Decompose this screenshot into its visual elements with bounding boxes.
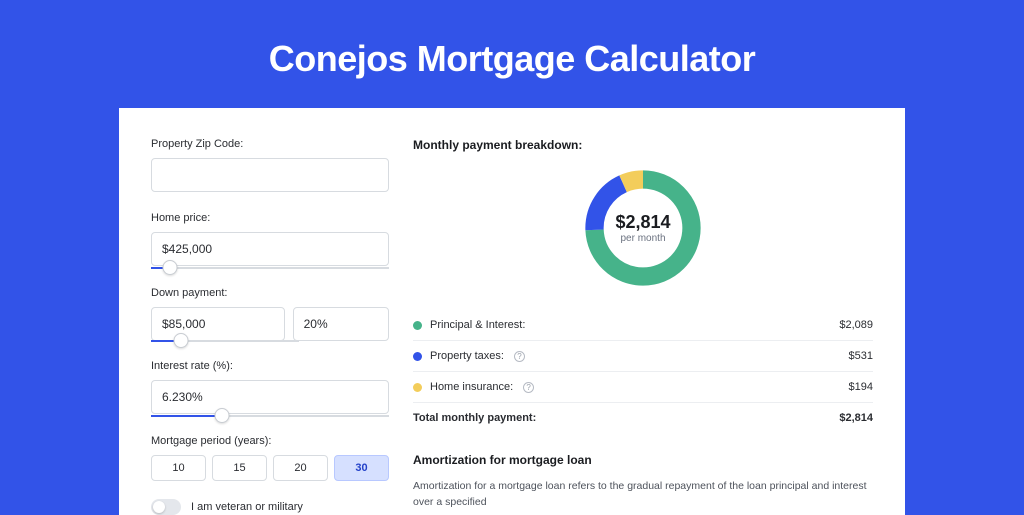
legend-row: Principal & Interest: $2,089 bbox=[413, 310, 873, 341]
period-option-20[interactable]: 20 bbox=[273, 455, 328, 481]
total-value: $2,814 bbox=[839, 412, 873, 424]
amortization-body: Amortization for a mortgage loan refers … bbox=[413, 479, 873, 511]
interest-rate-label: Interest rate (%): bbox=[151, 360, 389, 372]
legend-value: $194 bbox=[849, 381, 873, 393]
page-title: Conejos Mortgage Calculator bbox=[0, 0, 1024, 108]
info-icon[interactable]: ? bbox=[523, 382, 534, 393]
legend-dot bbox=[413, 352, 422, 361]
interest-rate-slider[interactable] bbox=[151, 415, 389, 417]
legend-value: $2,089 bbox=[839, 319, 873, 331]
amortization-heading: Amortization for mortgage loan bbox=[413, 453, 873, 467]
amortization-section: Amortization for mortgage loan Amortizat… bbox=[413, 453, 873, 511]
slider-fill bbox=[151, 415, 222, 417]
period-option-10[interactable]: 10 bbox=[151, 455, 206, 481]
slider-thumb[interactable] bbox=[215, 408, 230, 423]
home-price-group: Home price: bbox=[151, 212, 389, 269]
calculator-card: Property Zip Code: Home price: Down paym… bbox=[119, 108, 905, 515]
donut-amount: $2,814 bbox=[615, 212, 670, 233]
zip-input[interactable] bbox=[151, 158, 389, 192]
total-label: Total monthly payment: bbox=[413, 412, 536, 424]
breakdown-column: Monthly payment breakdown: $2,814 per mo… bbox=[413, 138, 873, 515]
down-payment-amount-input[interactable] bbox=[151, 307, 285, 341]
veteran-row: I am veteran or military bbox=[151, 499, 389, 515]
legend-value: $531 bbox=[849, 350, 873, 362]
home-price-input[interactable] bbox=[151, 232, 389, 266]
legend-dot bbox=[413, 321, 422, 330]
down-payment-percent-input[interactable] bbox=[293, 307, 389, 341]
legend-label: Principal & Interest: bbox=[430, 319, 525, 331]
interest-rate-input[interactable] bbox=[151, 380, 389, 414]
legend-row: Home insurance:? $194 bbox=[413, 372, 873, 403]
period-options: 10152030 bbox=[151, 455, 389, 481]
veteran-label: I am veteran or military bbox=[191, 501, 303, 513]
down-payment-group: Down payment: bbox=[151, 287, 389, 342]
donut-chart-wrap: $2,814 per month bbox=[413, 164, 873, 292]
legend-label: Home insurance: bbox=[430, 381, 513, 393]
down-payment-slider[interactable] bbox=[151, 340, 299, 342]
legend-dot bbox=[413, 383, 422, 392]
veteran-toggle[interactable] bbox=[151, 499, 181, 515]
donut-sub: per month bbox=[620, 233, 665, 244]
slider-thumb[interactable] bbox=[173, 333, 188, 348]
legend-label: Property taxes: bbox=[430, 350, 504, 362]
slider-thumb[interactable] bbox=[163, 260, 178, 275]
interest-rate-group: Interest rate (%): bbox=[151, 360, 389, 417]
home-price-label: Home price: bbox=[151, 212, 389, 224]
breakdown-heading: Monthly payment breakdown: bbox=[413, 138, 873, 152]
zip-group: Property Zip Code: bbox=[151, 138, 389, 194]
form-column: Property Zip Code: Home price: Down paym… bbox=[151, 138, 389, 515]
donut-chart: $2,814 per month bbox=[579, 164, 707, 292]
down-payment-label: Down payment: bbox=[151, 287, 389, 299]
zip-label: Property Zip Code: bbox=[151, 138, 389, 150]
donut-center: $2,814 per month bbox=[579, 164, 707, 292]
period-group: Mortgage period (years): 10152030 bbox=[151, 435, 389, 481]
legend: Principal & Interest: $2,089 Property taxe… bbox=[413, 310, 873, 403]
period-option-15[interactable]: 15 bbox=[212, 455, 267, 481]
period-option-30[interactable]: 30 bbox=[334, 455, 389, 481]
total-row: Total monthly payment: $2,814 bbox=[413, 403, 873, 433]
legend-row: Property taxes:? $531 bbox=[413, 341, 873, 372]
home-price-slider[interactable] bbox=[151, 267, 389, 269]
period-label: Mortgage period (years): bbox=[151, 435, 389, 447]
info-icon[interactable]: ? bbox=[514, 351, 525, 362]
